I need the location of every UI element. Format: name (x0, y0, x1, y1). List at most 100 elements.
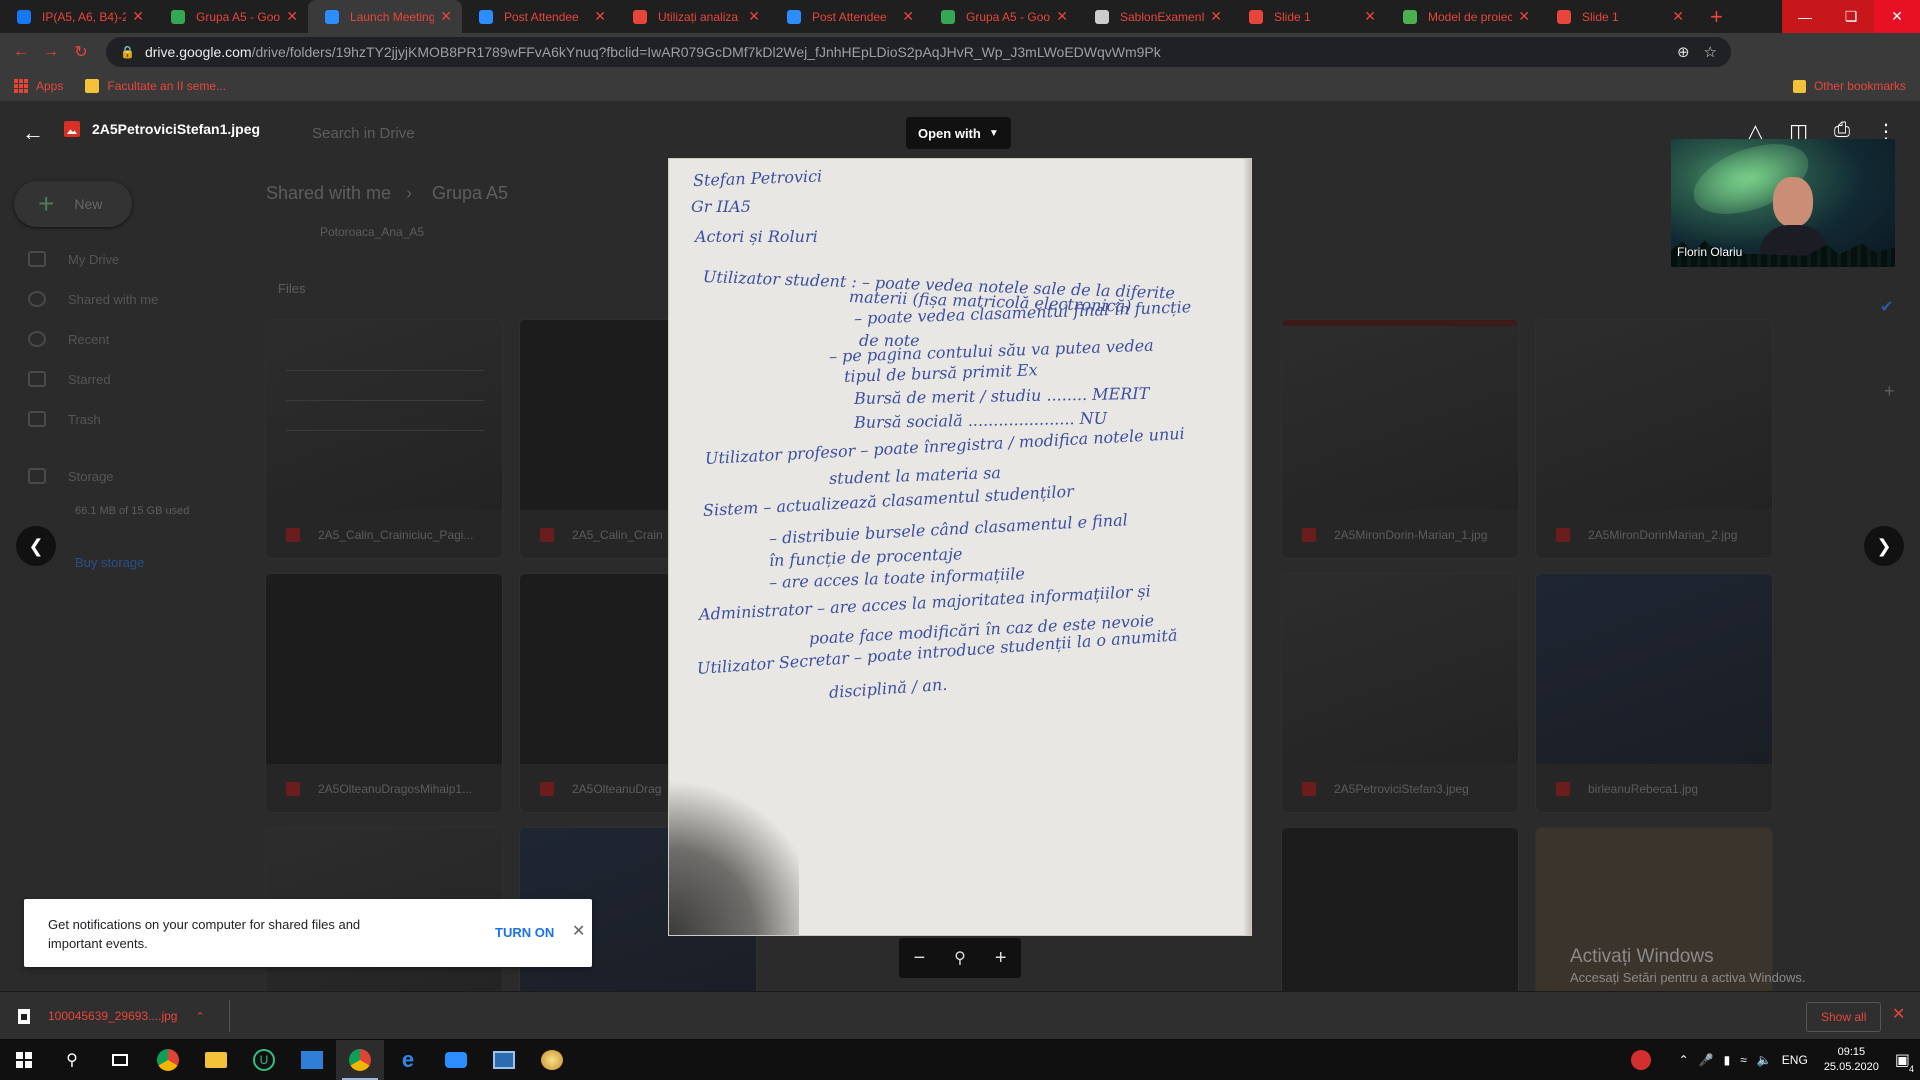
close-icon[interactable]: ✕ (572, 921, 585, 941)
back-button[interactable]: ← (6, 37, 36, 67)
next-file-button[interactable]: ❯ (1864, 526, 1904, 566)
file-card[interactable]: 2A5MironDorin-Marian_1.jpg (1281, 319, 1519, 559)
taskbar-app[interactable] (528, 1040, 576, 1080)
top-folder[interactable]: Potoroaca_Ana_A5 (320, 225, 424, 239)
new-tab-button[interactable]: + (1710, 5, 1723, 28)
browser-tab[interactable]: Model de proiec ✕ (1386, 0, 1540, 33)
handwritten-line: student la materia sa (828, 463, 1002, 488)
start-button[interactable] (0, 1040, 48, 1080)
sidebar-item-my-drive[interactable]: My Drive (28, 251, 119, 267)
tab-title: Utilizați analiza c (658, 9, 743, 24)
file-card[interactable]: 2A5_Calin_Crainiciuc_Pagi... (265, 319, 503, 559)
chevron-up-icon[interactable]: ⌃ (1679, 1053, 1689, 1067)
browser-tab[interactable]: Grupa A5 - Goo ✕ (154, 0, 308, 33)
taskbar-app[interactable] (480, 1040, 528, 1080)
sidebar-item-recent[interactable]: Recent (28, 331, 109, 347)
battery-icon[interactable]: ▮ (1724, 1053, 1731, 1067)
taskbar-zoom[interactable] (432, 1040, 480, 1080)
close-tab-icon[interactable]: ✕ (748, 8, 760, 25)
file-card[interactable] (1281, 827, 1519, 991)
close-tab-icon[interactable]: ✕ (1518, 8, 1530, 25)
close-tab-icon[interactable]: ✕ (1056, 8, 1068, 25)
sidebar-item-shared[interactable]: Shared with me (28, 291, 158, 307)
file-card[interactable]: birleanuRebeca1.jpg (1535, 573, 1773, 813)
open-with-button[interactable]: Open with ▼ (906, 117, 1011, 149)
close-tab-icon[interactable]: ✕ (1672, 8, 1684, 25)
close-tab-icon[interactable]: ✕ (132, 8, 144, 25)
add-icon[interactable]: + (1884, 381, 1895, 402)
close-tab-icon[interactable]: ✕ (440, 8, 452, 25)
task-view-button[interactable] (96, 1040, 144, 1080)
previous-file-button[interactable]: ❮ (16, 526, 56, 566)
taskbar-file-explorer[interactable] (192, 1040, 240, 1080)
browser-tab[interactable]: Slide 1 ✕ (1232, 0, 1386, 33)
bookmark-apps[interactable]: Apps (14, 79, 63, 93)
check-icon[interactable]: ✔ (1880, 297, 1893, 317)
language-indicator[interactable]: ENG (1782, 1053, 1808, 1067)
browser-tab[interactable]: Grupa A5 - Goo ✕ (924, 0, 1078, 33)
chevron-up-icon[interactable]: ⌃ (195, 1010, 204, 1023)
close-tab-icon[interactable]: ✕ (1364, 8, 1376, 25)
taskbar-app[interactable]: U (240, 1040, 288, 1080)
bookmark-folder[interactable]: Facultate an II seme... (85, 79, 226, 93)
browser-tab[interactable]: IP(A5, A6, B4)-20 ✕ (0, 0, 154, 33)
file-card[interactable]: 2A5PetroviciStefan3.jpeg (1281, 573, 1519, 813)
zoom-icon (478, 9, 494, 25)
photos-icon (493, 1051, 515, 1069)
volume-icon[interactable]: 🔈 (1757, 1053, 1772, 1067)
video-participant-tile[interactable]: Florin Olariu (1671, 139, 1895, 267)
viewer-header: ← 2A5PetroviciStefan1.jpeg Open with ▼ △… (0, 101, 1920, 161)
clock[interactable]: 09:15 25.05.2020 (1824, 1045, 1879, 1075)
taskbar-chrome-active[interactable] (336, 1040, 384, 1080)
network-icon[interactable]: ≈ (1740, 1053, 1747, 1067)
browser-tab[interactable]: Utilizați analiza c ✕ (616, 0, 770, 33)
browser-tab[interactable]: Slide 1 ✕ (1540, 0, 1694, 33)
bookmark-star-icon[interactable]: ☆ (1704, 43, 1717, 61)
close-tab-icon[interactable]: ✕ (1210, 8, 1222, 25)
microphone-icon[interactable]: 🎤 (1699, 1053, 1714, 1067)
file-name: 2A5_Calin_Crain (572, 528, 663, 542)
install-icon[interactable]: ⊕ (1677, 43, 1690, 61)
sidebar-item-storage[interactable]: Storage (28, 468, 114, 484)
zoom-in-button[interactable]: + (995, 947, 1007, 970)
close-tab-icon[interactable]: ✕ (594, 8, 606, 25)
notifications-icon[interactable]: ▣ 4 (1895, 1050, 1916, 1074)
download-item[interactable]: 100045639_29693....jpg ⌃ (18, 1000, 228, 1032)
back-arrow-icon[interactable]: ← (22, 120, 44, 146)
close-tab-icon[interactable]: ✕ (902, 8, 914, 25)
taskbar-chrome[interactable] (144, 1040, 192, 1080)
show-all-button[interactable]: Show all (1806, 1002, 1882, 1032)
close-icon[interactable]: ✕ (1892, 1004, 1905, 1024)
taskbar-edge[interactable]: e (384, 1040, 432, 1080)
turn-on-button[interactable]: TURN ON (495, 925, 554, 940)
reload-button[interactable]: ↻ (66, 37, 96, 67)
close-window-button[interactable]: ✕ (1874, 0, 1920, 33)
new-button[interactable]: + New (14, 181, 132, 227)
zoom-icon (786, 9, 802, 25)
taskbar-app[interactable] (288, 1040, 336, 1080)
forward-button[interactable]: → (36, 37, 66, 67)
buy-storage-link[interactable]: Buy storage (75, 555, 144, 570)
breadcrumb-folder[interactable]: Grupa A5 (432, 183, 508, 204)
task-view-icon (112, 1054, 128, 1066)
antivirus-icon[interactable] (1630, 1050, 1651, 1070)
other-bookmarks[interactable]: Other bookmarks (1792, 79, 1906, 93)
close-tab-icon[interactable]: ✕ (286, 8, 298, 25)
browser-tab[interactable]: Launch Meeting ✕ (308, 0, 462, 33)
minimize-button[interactable]: — (1782, 0, 1828, 33)
address-bar[interactable]: 🔒 drive.google.com/drive/folders/19hzTY2… (106, 37, 1731, 67)
breadcrumb-root[interactable]: Shared with me (266, 183, 391, 204)
file-name: 2A5MironDorin-Marian_1.jpg (1334, 528, 1488, 542)
clock-icon (28, 331, 46, 347)
sidebar-item-trash[interactable]: Trash (28, 411, 101, 427)
sidebar-item-starred[interactable]: Starred (28, 371, 111, 387)
file-card[interactable]: 2A5MironDorinMarian_2.jpg (1535, 319, 1773, 559)
plus-icon: + (38, 188, 55, 219)
zoom-out-button[interactable]: − (913, 947, 925, 970)
file-card[interactable]: 2A5OlteanuDragosMihaip1... (265, 573, 503, 813)
restore-button[interactable]: ❏ (1828, 0, 1874, 33)
search-button[interactable]: ⚲ (48, 1040, 96, 1080)
browser-tab[interactable]: SablonExamenIP ✕ (1078, 0, 1232, 33)
browser-tab[interactable]: Post Attendee ✕ (462, 0, 616, 33)
browser-tab[interactable]: Post Attendee ✕ (770, 0, 924, 33)
